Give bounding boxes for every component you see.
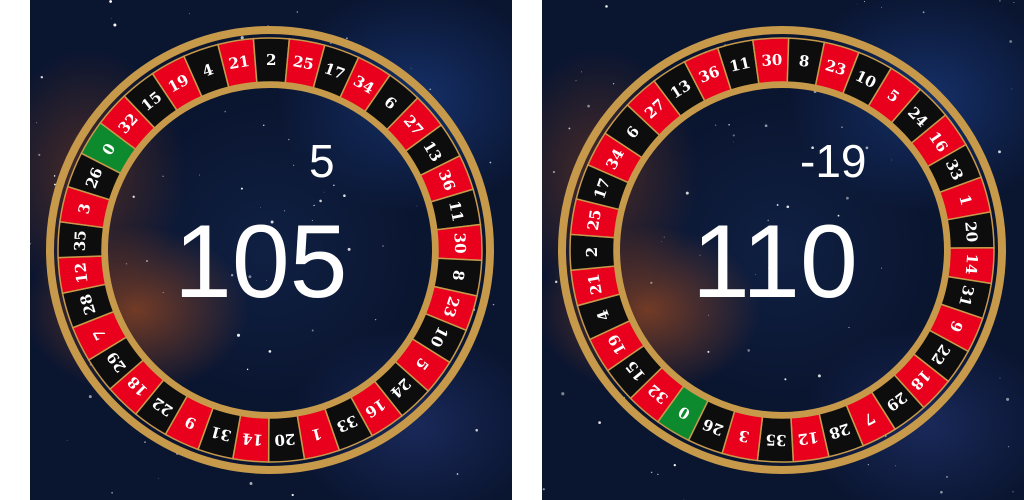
pocket-number-label: 14 <box>241 429 263 449</box>
win-delta-text: -19 <box>800 135 867 187</box>
pocket-number-label: 35 <box>71 230 90 252</box>
pocket-number-label: 30 <box>451 232 470 254</box>
pocket-number-label: 2 <box>583 247 601 258</box>
pocket-number-label: 2 <box>266 51 277 69</box>
pocket-number-label: 25 <box>584 208 605 231</box>
balance-counter: 110 <box>692 204 858 320</box>
pocket-number-label: 25 <box>291 52 315 73</box>
pocket-number-label: 21 <box>584 272 605 296</box>
roulette-panel-right: 0 32 15 19 4 21 2 25 17 34 6 27 13 36 11 30 8 23 10 5 24 16 33… <box>542 0 1024 500</box>
balance-counter: 105 <box>174 204 348 320</box>
pocket-number-label: 12 <box>71 261 91 284</box>
pocket-number-label: 35 <box>765 431 786 450</box>
pocket-number-label: 30 <box>761 51 783 70</box>
pocket-number-label: 8 <box>798 52 810 71</box>
pocket-number-label: 12 <box>797 428 820 449</box>
win-delta-text: 5 <box>309 135 335 187</box>
pocket-number-label: 20 <box>274 430 296 450</box>
roulette-panel-left: 0 32 15 19 4 21 2 25 17 34 6 27 13 36 11 30 8 23 10 5 24 16 33… <box>30 0 512 500</box>
pocket-number-label: 20 <box>961 221 981 244</box>
pocket-number-label: 14 <box>962 253 981 275</box>
pocket-number-label: 21 <box>227 52 251 73</box>
